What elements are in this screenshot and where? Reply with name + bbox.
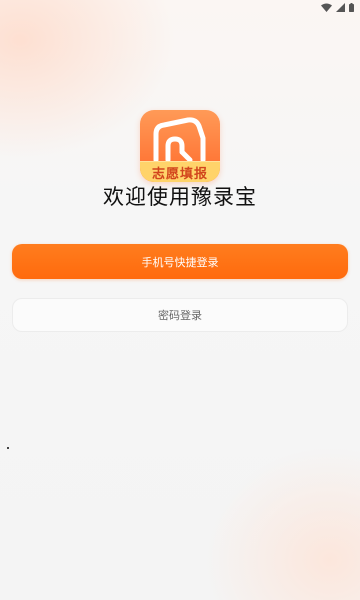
- status-bar: [321, 0, 354, 14]
- wifi-icon: [321, 3, 332, 12]
- house-icon: [153, 117, 206, 163]
- password-login-button[interactable]: 密码登录: [12, 298, 348, 332]
- welcome-title: 欢迎使用豫录宝: [103, 185, 257, 209]
- logo-band-text: 志愿填报: [140, 161, 220, 182]
- battery-icon: [349, 2, 354, 12]
- signal-icon: [336, 2, 345, 12]
- phone-login-button[interactable]: 手机号快捷登录: [12, 244, 348, 279]
- app-logo: 志愿填报: [140, 110, 220, 182]
- stray-dot: [7, 447, 9, 449]
